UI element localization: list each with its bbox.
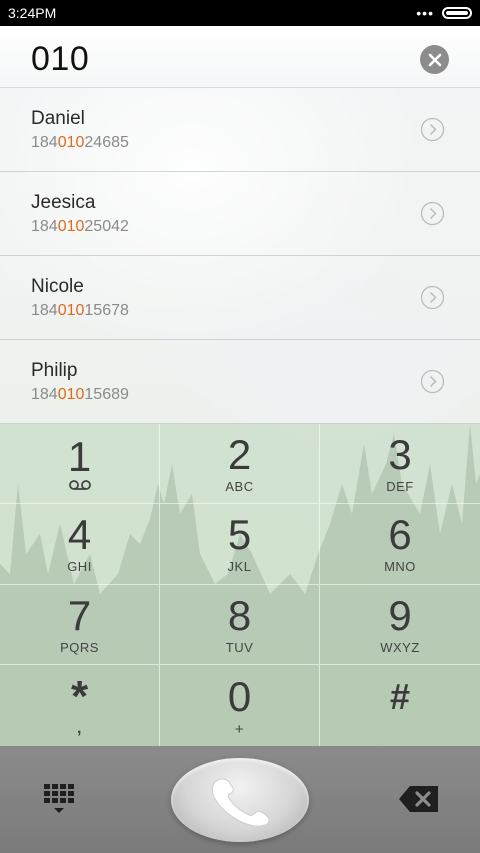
backspace-icon[interactable] xyxy=(398,784,440,814)
chevron-right-circle-icon[interactable] xyxy=(420,285,445,310)
key-5[interactable]: 5 JKL xyxy=(160,504,320,585)
key-9[interactable]: 9 WXYZ xyxy=(320,585,480,665)
key-4[interactable]: 4 GHI xyxy=(0,504,160,585)
key-star[interactable]: * , xyxy=(0,665,160,746)
key-letters: ABC xyxy=(225,478,254,494)
clear-icon xyxy=(428,53,441,66)
key-digit: 4 xyxy=(67,511,92,558)
key-digit: 8 xyxy=(227,591,252,639)
dialpad: 1 2 ABC 3 DEF 4 GHI 5 JKL 6 MNO 7 PQRS 8… xyxy=(0,424,480,746)
matched-digits: 010 xyxy=(57,386,85,403)
key-letters: DEF xyxy=(386,478,414,494)
contact-number: 18401024685 xyxy=(31,134,129,151)
contact-name: Daniel xyxy=(31,108,85,129)
contact-name: Jeesica xyxy=(31,192,96,213)
key-digit: 0 xyxy=(227,672,252,720)
contact-row[interactable]: Philip 18401015689 xyxy=(0,340,480,424)
key-3[interactable]: 3 DEF xyxy=(320,424,480,504)
key-letters: TUV xyxy=(225,639,254,655)
contact-number: 18401015678 xyxy=(31,302,129,319)
key-1[interactable]: 1 xyxy=(0,424,160,504)
phone-handset-icon xyxy=(211,778,270,826)
chevron-right-circle-icon[interactable] xyxy=(420,117,445,142)
matched-digits: 010 xyxy=(57,134,85,151)
key-digit: 1 xyxy=(67,433,92,480)
key-digit: 7 xyxy=(67,591,92,639)
key-letters: PQRS xyxy=(60,639,99,655)
notification-dots: ••• xyxy=(416,5,434,21)
status-bar: 3:24PM ••• xyxy=(0,0,480,26)
chevron-right-circle-icon[interactable] xyxy=(420,201,445,226)
key-letters: WXYZ xyxy=(380,639,420,655)
key-digit: 9 xyxy=(388,591,412,639)
dialpad-icon[interactable] xyxy=(42,782,76,816)
contact-number: 18401025042 xyxy=(31,218,129,235)
key-letters: GHI xyxy=(67,559,92,574)
key-digit: * xyxy=(70,671,89,721)
key-6[interactable]: 6 MNO xyxy=(320,504,480,585)
chevron-right-circle-icon[interactable] xyxy=(420,369,445,394)
clear-button[interactable] xyxy=(420,45,449,74)
key-0[interactable]: 0 + xyxy=(160,665,320,746)
key-digit: 3 xyxy=(388,430,412,478)
contact-row[interactable]: Daniel 18401024685 xyxy=(0,88,480,172)
key-7[interactable]: 7 PQRS xyxy=(0,585,160,665)
key-hash[interactable]: # xyxy=(320,665,480,746)
number-input-bar: 010 xyxy=(0,26,480,88)
status-indicators: ••• xyxy=(416,5,472,21)
matched-digits: 010 xyxy=(57,302,85,319)
dialer-action-bar xyxy=(0,746,480,853)
battery-icon xyxy=(442,7,472,19)
contact-name: Philip xyxy=(31,360,78,381)
contact-suggestion-list: Daniel 18401024685 Jeesica 18401025042 N… xyxy=(0,88,480,424)
matched-digits: 010 xyxy=(57,218,85,235)
voicemail-icon xyxy=(68,480,91,490)
key-letters: , xyxy=(77,719,82,737)
contact-number: 18401015689 xyxy=(31,386,129,403)
contact-row[interactable]: Nicole 18401015678 xyxy=(0,256,480,340)
key-digit: 5 xyxy=(227,511,252,558)
key-8[interactable]: 8 TUV xyxy=(160,585,320,665)
key-digit: 6 xyxy=(388,511,412,558)
contact-name: Nicole xyxy=(31,276,84,297)
key-digit: # xyxy=(389,675,411,717)
dialed-number[interactable]: 010 xyxy=(31,40,89,79)
key-letters: + xyxy=(234,720,245,738)
status-time: 3:24PM xyxy=(8,5,57,21)
key-digit: 2 xyxy=(227,430,252,478)
contact-row[interactable]: Jeesica 18401025042 xyxy=(0,172,480,256)
key-letters: JKL xyxy=(227,559,252,574)
key-2[interactable]: 2 ABC xyxy=(160,424,320,504)
call-button[interactable] xyxy=(171,758,309,842)
key-letters: MNO xyxy=(384,559,416,574)
